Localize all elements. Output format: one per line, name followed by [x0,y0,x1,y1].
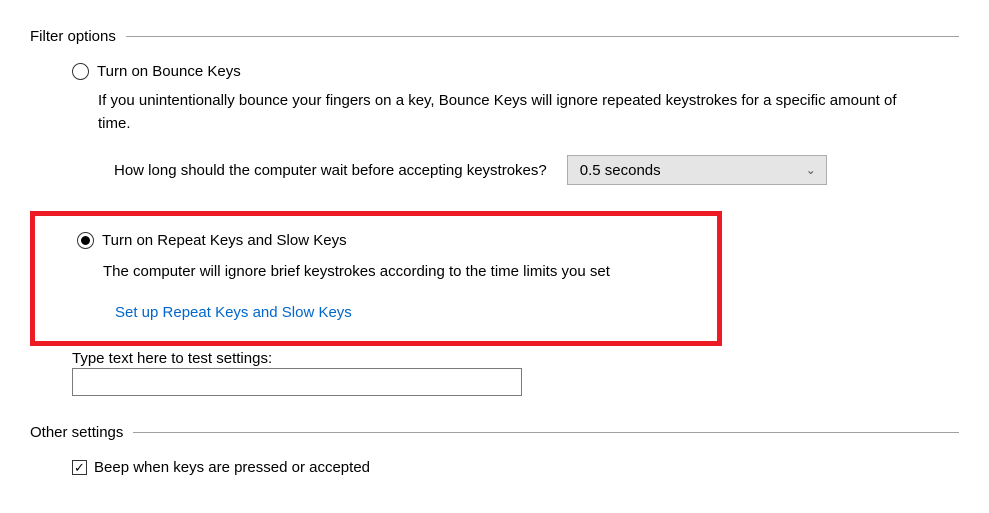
bounce-keys-option: Turn on Bounce Keys If you unintentional… [30,63,959,185]
filter-options-legend: Filter options [30,28,116,45]
beep-label: Beep when keys are pressed or accepted [94,459,370,476]
radio-unchecked-icon [72,63,89,80]
other-settings-group: Other settings ✓ Beep when keys are pres… [30,424,959,476]
other-settings-legend: Other settings [30,424,123,441]
repeat-slow-keys-label: Turn on Repeat Keys and Slow Keys [102,232,347,249]
setup-repeat-slow-keys-link[interactable]: Set up Repeat Keys and Slow Keys [35,304,717,321]
repeat-slow-keys-description: The computer will ignore brief keystroke… [35,263,717,280]
bounce-keys-wait-row: How long should the computer wait before… [72,155,959,185]
radio-dot-icon [81,236,90,245]
other-settings-legend-row: Other settings [30,424,959,441]
test-settings-input[interactable] [72,368,522,396]
bounce-keys-label: Turn on Bounce Keys [97,63,241,80]
divider-line [126,36,959,37]
test-settings-section: Type text here to test settings: [30,350,959,396]
bounce-keys-description: If you unintentionally bounce your finge… [72,90,912,135]
repeat-slow-keys-radio[interactable]: Turn on Repeat Keys and Slow Keys [35,232,717,249]
test-settings-label: Type text here to test settings: [72,350,959,367]
filter-options-legend-row: Filter options [30,28,959,45]
beep-checkbox[interactable]: ✓ Beep when keys are pressed or accepted [30,459,959,476]
filter-options-group: Filter options Turn on Bounce Keys If yo… [30,28,959,396]
divider-line [133,432,959,433]
bounce-keys-wait-dropdown[interactable]: 0.5 seconds ⌄ [567,155,827,185]
bounce-keys-wait-label: How long should the computer wait before… [114,162,547,179]
bounce-keys-radio[interactable]: Turn on Bounce Keys [72,63,959,80]
dropdown-value: 0.5 seconds [580,162,661,179]
checkbox-checked-icon: ✓ [72,460,87,475]
radio-checked-icon [77,232,94,249]
repeat-slow-keys-highlight: Turn on Repeat Keys and Slow Keys The co… [30,211,722,346]
checkmark-icon: ✓ [74,461,85,474]
chevron-down-icon: ⌄ [806,163,816,177]
